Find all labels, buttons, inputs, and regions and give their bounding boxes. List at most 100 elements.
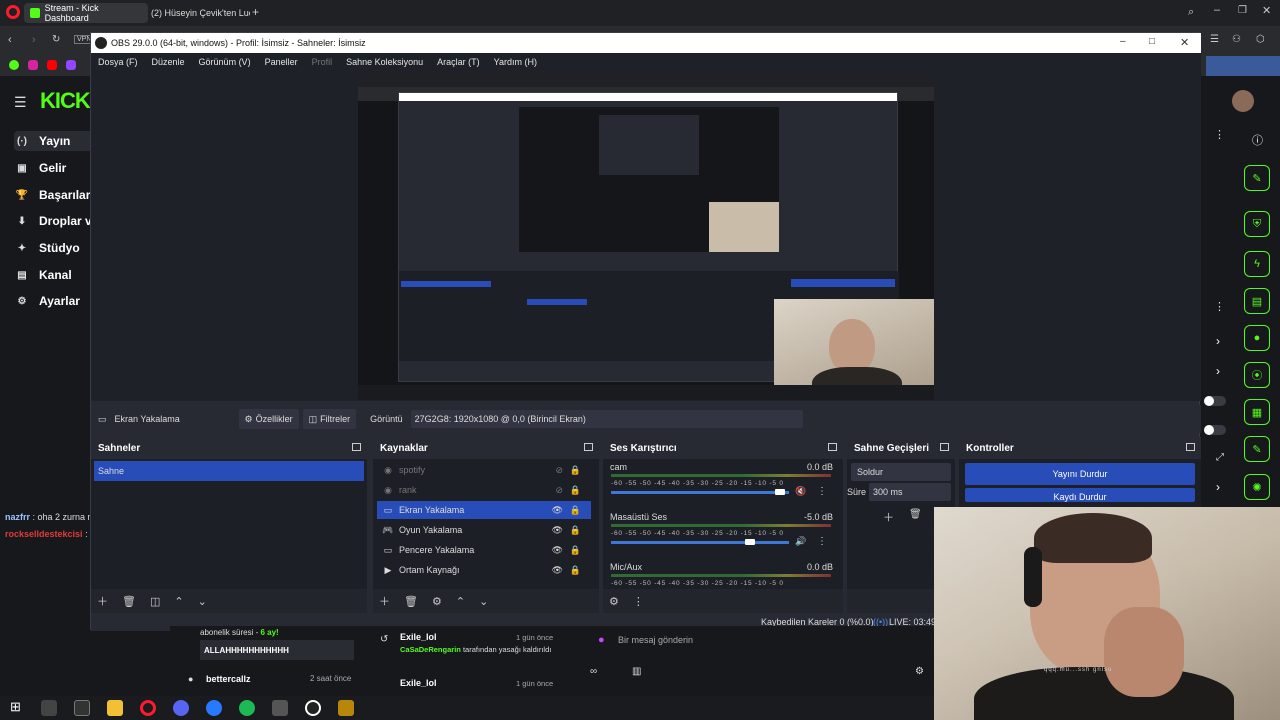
layout-icon[interactable]: ▦ — [1244, 399, 1270, 425]
menu-icon[interactable]: ☰ — [1210, 34, 1219, 45]
sidebar-item-ayarlar[interactable]: ⚙ Ayarlar — [14, 291, 80, 311]
broadcast-rail-icon[interactable]: ⦿ — [1244, 362, 1270, 388]
eye-icon[interactable]: 👁 — [552, 505, 563, 516]
menu-edit[interactable]: Düzenle — [145, 57, 192, 67]
twitch-bookmark-icon[interactable] — [66, 60, 76, 70]
mod-username[interactable]: Exile_lol — [400, 632, 437, 642]
undock-icon[interactable] — [940, 443, 949, 451]
properties-button[interactable]: ⚙ Özellikler — [238, 409, 299, 429]
close-icon[interactable]: ✕ — [1180, 36, 1189, 49]
toggle-switch[interactable] — [1204, 425, 1226, 435]
lock-icon[interactable]: 🔒 — [570, 545, 581, 556]
more-vertical-icon[interactable]: ⋮ — [817, 536, 827, 547]
menu-tools[interactable]: Araçlar (T) — [430, 57, 487, 67]
menu-profile[interactable]: Profil — [305, 57, 340, 67]
lock-icon[interactable]: 🔒 — [570, 565, 581, 576]
close-icon[interactable]: ✕ — [1262, 4, 1271, 17]
folder-icon[interactable] — [107, 700, 123, 716]
sidebar-item-kanal[interactable]: ▤ Kanal — [14, 265, 71, 285]
sidebar-item-gelir[interactable]: ▣ Gelir — [14, 158, 66, 178]
source-item[interactable]: ▭ Ekran Yakalama 👁 🔒 — [377, 501, 591, 519]
sidebar-item-droplar[interactable]: ⬇ Droplar ve — [14, 211, 99, 231]
more-vertical-icon[interactable]: ⋮ — [1214, 300, 1225, 313]
volume-slider[interactable] — [611, 541, 789, 544]
instagram-bookmark-icon[interactable] — [28, 60, 38, 70]
undock-icon[interactable] — [828, 443, 837, 451]
gear-icon[interactable]: ⚙ — [432, 595, 442, 608]
source-item[interactable]: ▭ Pencere Yakalama 👁 🔒 — [377, 541, 591, 559]
add-icon[interactable]: ＋ — [883, 509, 894, 525]
menu-scene-collection[interactable]: Sahne Koleksiyonu — [339, 57, 430, 67]
sidebar-item-studyo[interactable]: ✦ Stüdyo — [14, 238, 80, 258]
back-icon[interactable]: ‹ — [8, 34, 12, 46]
search-icon[interactable]: ⌕ — [1188, 6, 1194, 19]
speaker-icon[interactable]: 🔊 — [795, 536, 806, 547]
new-tab-button[interactable]: + — [252, 5, 259, 19]
source-item[interactable]: ◉ rank ⊘ 🔒 — [377, 481, 591, 499]
stop-stream-button[interactable]: Yayını Durdur — [965, 463, 1195, 485]
chevron-right-icon[interactable]: › — [1216, 480, 1220, 494]
obs-icon[interactable] — [305, 700, 321, 716]
discord-icon[interactable] — [173, 700, 189, 716]
lock-icon[interactable]: 🔒 — [570, 525, 581, 536]
filters-button[interactable]: ◫ Filtreler — [302, 409, 357, 429]
chat-icon[interactable]: ● — [1244, 325, 1270, 351]
settings-rail-icon[interactable]: ✺ — [1244, 474, 1270, 500]
store-icon[interactable]: ▥ — [632, 666, 641, 677]
spotify-icon[interactable] — [239, 700, 255, 716]
volume-slider-handle[interactable] — [775, 489, 785, 495]
source-item[interactable]: ◉ spotify ⊘ 🔒 — [377, 461, 591, 479]
down-icon[interactable]: ⌄ — [198, 595, 207, 608]
tab-youtube[interactable]: (2) Hüseyin Çevik'ten Luc — [140, 3, 250, 23]
source-item[interactable]: ▶ Ortam Kaynağı 👁 🔒 — [377, 561, 591, 579]
eye-off-icon[interactable]: ⊘ — [555, 465, 563, 476]
opera-logo-icon[interactable] — [6, 5, 20, 19]
sidebar-item-basarilar[interactable]: 🏆 Başarılar — [14, 185, 91, 205]
menu-view[interactable]: Görünüm (V) — [192, 57, 258, 67]
info-icon[interactable]: ⓘ — [1252, 132, 1263, 148]
mouse-app-icon[interactable] — [41, 700, 57, 716]
lock-icon[interactable]: 🔒 — [570, 505, 581, 516]
menu-docks[interactable]: Paneller — [258, 57, 305, 67]
chevron-right-icon[interactable]: › — [1216, 364, 1220, 378]
terminal-icon[interactable] — [74, 700, 90, 716]
youtube-bookmark-icon[interactable] — [47, 60, 57, 70]
trash-icon[interactable]: 🗑 — [404, 595, 418, 608]
chat-username[interactable]: rockselldestekcisi — [5, 529, 83, 539]
kick-bookmark-icon[interactable] — [9, 60, 19, 70]
reload-icon[interactable]: ↻ — [52, 34, 60, 45]
chevron-right-icon[interactable]: › — [1216, 334, 1220, 348]
kick-logo[interactable]: KICK — [40, 88, 91, 114]
trash-icon[interactable]: 🗑 — [122, 595, 136, 608]
profile-icon[interactable]: ⚇ — [1232, 34, 1241, 45]
volume-slider[interactable] — [611, 491, 789, 494]
minimize-icon[interactable]: – — [1120, 36, 1126, 47]
emote-icon[interactable]: ∞ — [590, 666, 597, 677]
chart-icon[interactable]: ⤢ — [1216, 452, 1224, 463]
undock-icon[interactable] — [1186, 443, 1195, 451]
speaker-muted-icon[interactable]: 🔇 — [795, 486, 806, 497]
edit-icon[interactable]: ✎ — [1244, 165, 1270, 191]
program-preview[interactable] — [358, 75, 934, 400]
eye-icon[interactable]: 👁 — [552, 565, 563, 576]
app-icon[interactable] — [272, 700, 288, 716]
extensions-icon[interactable]: ⬡ — [1256, 34, 1265, 45]
duration-spinbox[interactable]: 300 ms — [869, 483, 951, 501]
more-vertical-icon[interactable]: ⋮ — [633, 595, 644, 608]
undock-icon[interactable] — [584, 443, 593, 451]
lock-icon[interactable]: 🔒 — [570, 485, 581, 496]
settings-icon[interactable]: ⚙ — [915, 666, 924, 677]
eye-icon[interactable]: 👁 — [552, 545, 563, 556]
add-icon[interactable]: ＋ — [97, 593, 108, 609]
up-icon[interactable]: ⌃ — [174, 595, 183, 608]
maximize-icon[interactable]: □ — [1149, 36, 1155, 47]
more-vertical-icon[interactable]: ⋮ — [817, 486, 827, 497]
hamburger-menu-icon[interactable]: ☰ — [14, 94, 27, 111]
trash-icon[interactable]: 🗑 — [909, 509, 922, 520]
menu-help[interactable]: Yardım (H) — [487, 57, 544, 67]
stop-recording-button[interactable]: Kaydı Durdur — [965, 488, 1195, 502]
chat-username[interactable]: nazfrr — [5, 512, 30, 522]
lightning-icon[interactable]: ϟ — [1244, 251, 1270, 277]
activity-username[interactable]: bettercallz — [206, 674, 251, 684]
scene-item[interactable]: Sahne — [94, 461, 364, 481]
